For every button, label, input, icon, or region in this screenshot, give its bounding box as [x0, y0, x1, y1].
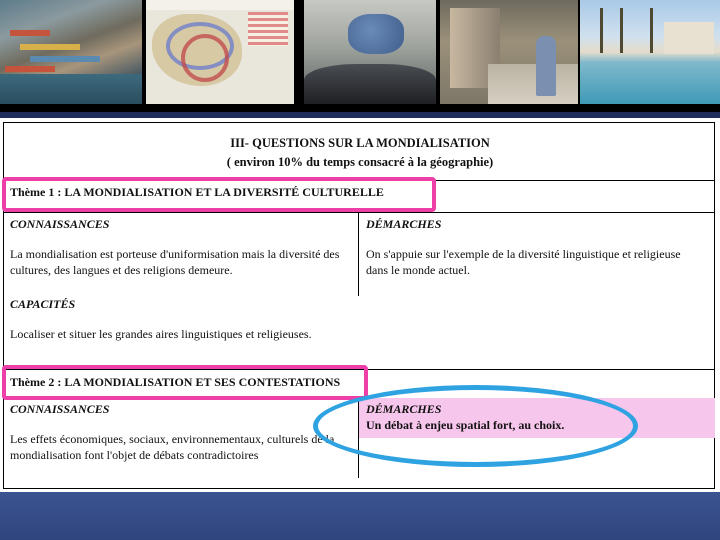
divider — [3, 212, 715, 213]
footer-bar — [0, 492, 720, 540]
programme-document: III- QUESTIONS SUR LA MONDIALISATION ( e… — [0, 118, 720, 492]
slum-street-photo — [440, 0, 578, 104]
port-container-photo — [0, 0, 142, 104]
theme2-highlight-box — [2, 365, 368, 400]
theme1-connaissances-text: La mondialisation est porteuse d'uniform… — [10, 247, 340, 277]
theme2-connaissances-heading: CONNAISSANCES — [10, 402, 110, 416]
theme2-connaissances-text: Les effets économiques, sociaux, environ… — [10, 432, 335, 462]
column-divider — [358, 212, 359, 296]
theme1-demarches-text: On s'appuie sur l'exemple de la diversit… — [366, 247, 681, 277]
theme1-connaissances-heading: CONNAISSANCES — [10, 217, 110, 231]
theme1-capacites-text: Localiser et situer les grandes aires li… — [10, 327, 312, 341]
theme1-highlight-box — [2, 177, 436, 212]
demarches-highlight-ellipse — [313, 385, 638, 467]
photo-banner — [0, 0, 720, 112]
car-with-luggage-photo — [304, 0, 436, 104]
resort-pool-photo — [580, 0, 720, 104]
theme1-capacites-heading: CAPACITÉS — [10, 297, 76, 311]
theme1-demarches-heading: DÉMARCHES — [366, 217, 442, 231]
document-title: III- QUESTIONS SUR LA MONDIALISATION — [230, 136, 490, 150]
globalisation-flows-map — [146, 0, 294, 104]
document-subtitle: ( environ 10% du temps consacré à la géo… — [226, 155, 494, 169]
